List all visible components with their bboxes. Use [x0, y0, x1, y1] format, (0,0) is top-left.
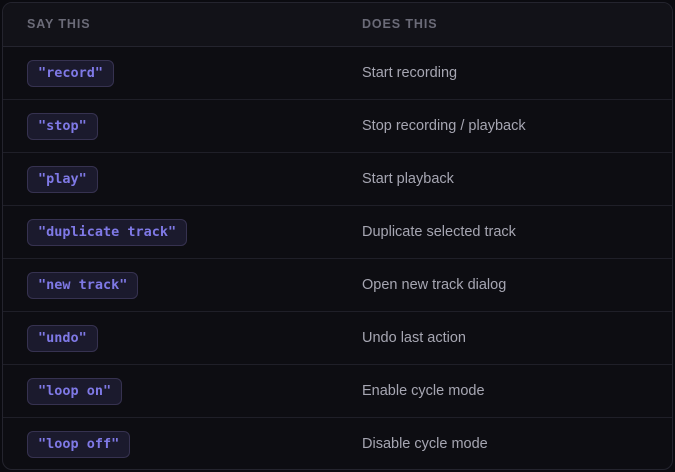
table-row: "stop" Stop recording / playback	[3, 100, 672, 153]
table-row: "record" Start recording	[3, 47, 672, 100]
command-phrase-chip: "duplicate track"	[27, 219, 188, 246]
voice-commands-table: SAY THIS DOES THIS "record" Start record…	[2, 2, 673, 470]
table-row: "loop off" Disable cycle mode	[3, 418, 672, 469]
command-phrase-chip: "record"	[27, 60, 115, 87]
command-description: Start recording	[362, 65, 458, 81]
command-description: Disable cycle mode	[362, 436, 488, 452]
table-row: "duplicate track" Duplicate selected tra…	[3, 206, 672, 259]
column-header-say-this: SAY THIS	[27, 17, 91, 31]
command-description: Enable cycle mode	[362, 383, 485, 399]
table-row: "play" Start playback	[3, 153, 672, 206]
table-header: SAY THIS DOES THIS	[3, 3, 672, 47]
command-description: Open new track dialog	[362, 277, 507, 293]
command-description: Duplicate selected track	[362, 224, 516, 240]
command-phrase-chip: "play"	[27, 166, 98, 193]
command-phrase-chip: "loop off"	[27, 431, 131, 458]
table-row: "undo" Undo last action	[3, 312, 672, 365]
command-phrase-chip: "undo"	[27, 325, 98, 352]
command-phrase-chip: "new track"	[27, 272, 139, 299]
column-header-does-this: DOES THIS	[362, 17, 438, 31]
table-row: "new track" Open new track dialog	[3, 259, 672, 312]
command-description: Stop recording / playback	[362, 118, 526, 134]
table-row: "loop on" Enable cycle mode	[3, 365, 672, 418]
command-description: Start playback	[362, 171, 454, 187]
command-phrase-chip: "stop"	[27, 113, 98, 140]
command-description: Undo last action	[362, 330, 466, 346]
command-phrase-chip: "loop on"	[27, 378, 123, 405]
